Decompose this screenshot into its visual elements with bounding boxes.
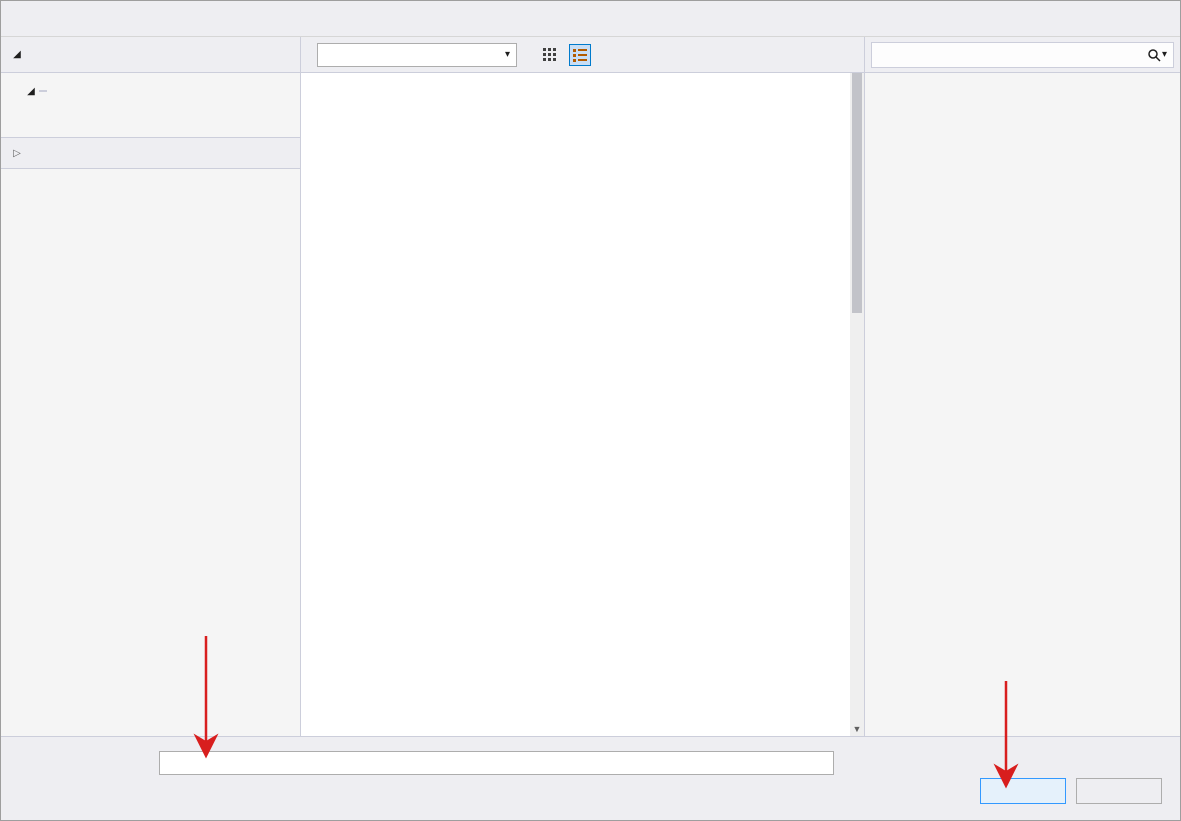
cancel-button[interactable] xyxy=(1076,778,1162,804)
view-details-button[interactable] xyxy=(569,44,591,66)
list-icon xyxy=(572,47,588,63)
scrollbar-thumb[interactable] xyxy=(852,73,862,313)
template-toolbar: ▾ xyxy=(301,37,864,73)
category-tree-pane xyxy=(1,37,301,736)
name-input[interactable] xyxy=(159,751,834,775)
chevron-down-icon: ▾ xyxy=(505,49,510,60)
grid-small-icon xyxy=(542,47,558,63)
tree-node-graphics[interactable] xyxy=(1,103,300,127)
tree-node-label xyxy=(39,114,47,116)
template-details xyxy=(865,73,1180,126)
chevron-down-icon xyxy=(25,86,37,97)
detail-type-row xyxy=(879,87,1166,102)
close-button[interactable] xyxy=(1135,1,1180,37)
search-wrap: ▾ xyxy=(865,37,1180,73)
name-label xyxy=(17,751,147,755)
sortby-dropdown[interactable]: ▾ xyxy=(317,43,517,67)
tree-group-online[interactable] xyxy=(1,137,300,169)
template-list-pane: ▾ ▼ xyxy=(301,37,865,736)
view-small-icons-button[interactable] xyxy=(539,44,561,66)
titlebar xyxy=(1,1,1180,37)
tree-group-installed[interactable] xyxy=(1,37,300,73)
template-list xyxy=(301,73,850,736)
dialog-buttons xyxy=(980,778,1162,804)
dialog-add-new-item: ▾ ▼ xyxy=(0,0,1181,821)
vertical-scrollbar[interactable]: ▼ xyxy=(850,73,864,736)
search-icon: ▾ xyxy=(1147,48,1167,62)
chevron-down-icon xyxy=(11,49,23,60)
details-pane: ▾ xyxy=(865,37,1180,736)
tree-node-label xyxy=(39,90,47,92)
tree-installed-children xyxy=(1,73,300,137)
add-button[interactable] xyxy=(980,778,1066,804)
template-scroll-area: ▼ xyxy=(301,73,864,736)
tree-node-visual-csharp-items[interactable] xyxy=(1,79,300,103)
scroll-down-icon[interactable]: ▼ xyxy=(850,722,864,736)
dialog-body: ▾ ▼ xyxy=(1,37,1180,736)
search-input[interactable]: ▾ xyxy=(871,42,1174,68)
help-button[interactable] xyxy=(1090,1,1135,37)
chevron-right-icon xyxy=(11,148,23,159)
